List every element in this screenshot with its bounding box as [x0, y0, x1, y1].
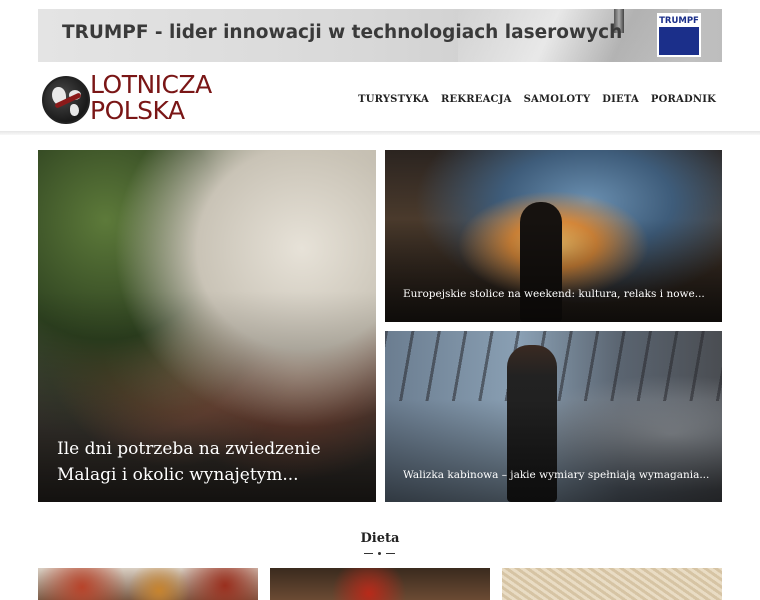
featured-card-title: Europejskie stolice na weekend: kultura,… [403, 288, 705, 300]
site-header: LOTNICZA POLSKA Turystyka Rekreacja Samo… [0, 62, 760, 132]
article-thumbnail-1[interactable] [38, 568, 258, 600]
featured-card-title: Walizka kabinowa – jakie wymiary spełnia… [403, 469, 710, 481]
nav-item-turystyka[interactable]: Turystyka [358, 94, 429, 105]
featured-card-top-right[interactable]: Europejskie stolice na weekend: kultura,… [385, 150, 722, 322]
featured-card-main[interactable]: Ile dni potrzeba na zwiedzenie Malagi i … [38, 150, 376, 502]
featured-card-bottom-right[interactable]: Walizka kabinowa – jakie wymiary spełnia… [385, 331, 722, 502]
main-nav: Turystyka Rekreacja Samoloty Dieta Porad… [358, 94, 716, 105]
header-divider [0, 131, 760, 135]
section-title-dieta: Dieta [360, 531, 400, 546]
nav-item-samoloty[interactable]: Samoloty [524, 94, 591, 105]
ad-headline: TRUMPF - lider innowacji w technologiach… [62, 22, 623, 43]
logo-text-line2: POLSKA [90, 96, 185, 125]
nav-item-dieta[interactable]: Dieta [602, 94, 639, 105]
nav-item-poradnik[interactable]: Poradnik [651, 94, 716, 105]
ad-banner[interactable]: TRUMPF - lider innowacji w technologiach… [38, 9, 722, 62]
article-thumbnail-2[interactable] [270, 568, 490, 600]
globe-icon [42, 76, 90, 124]
section-divider [364, 552, 396, 555]
trumpf-logo: TRUMPF [657, 13, 701, 57]
article-thumbnail-3[interactable] [502, 568, 722, 600]
trumpf-logo-text: TRUMPF [659, 15, 699, 27]
logo-text-line1: LOTNICZA [90, 70, 212, 99]
featured-card-title: Ile dni potrzeba na zwiedzenie Malagi i … [57, 439, 321, 485]
nav-item-rekreacja[interactable]: Rekreacja [441, 94, 512, 105]
site-logo[interactable]: LOTNICZA POLSKA [42, 72, 212, 126]
